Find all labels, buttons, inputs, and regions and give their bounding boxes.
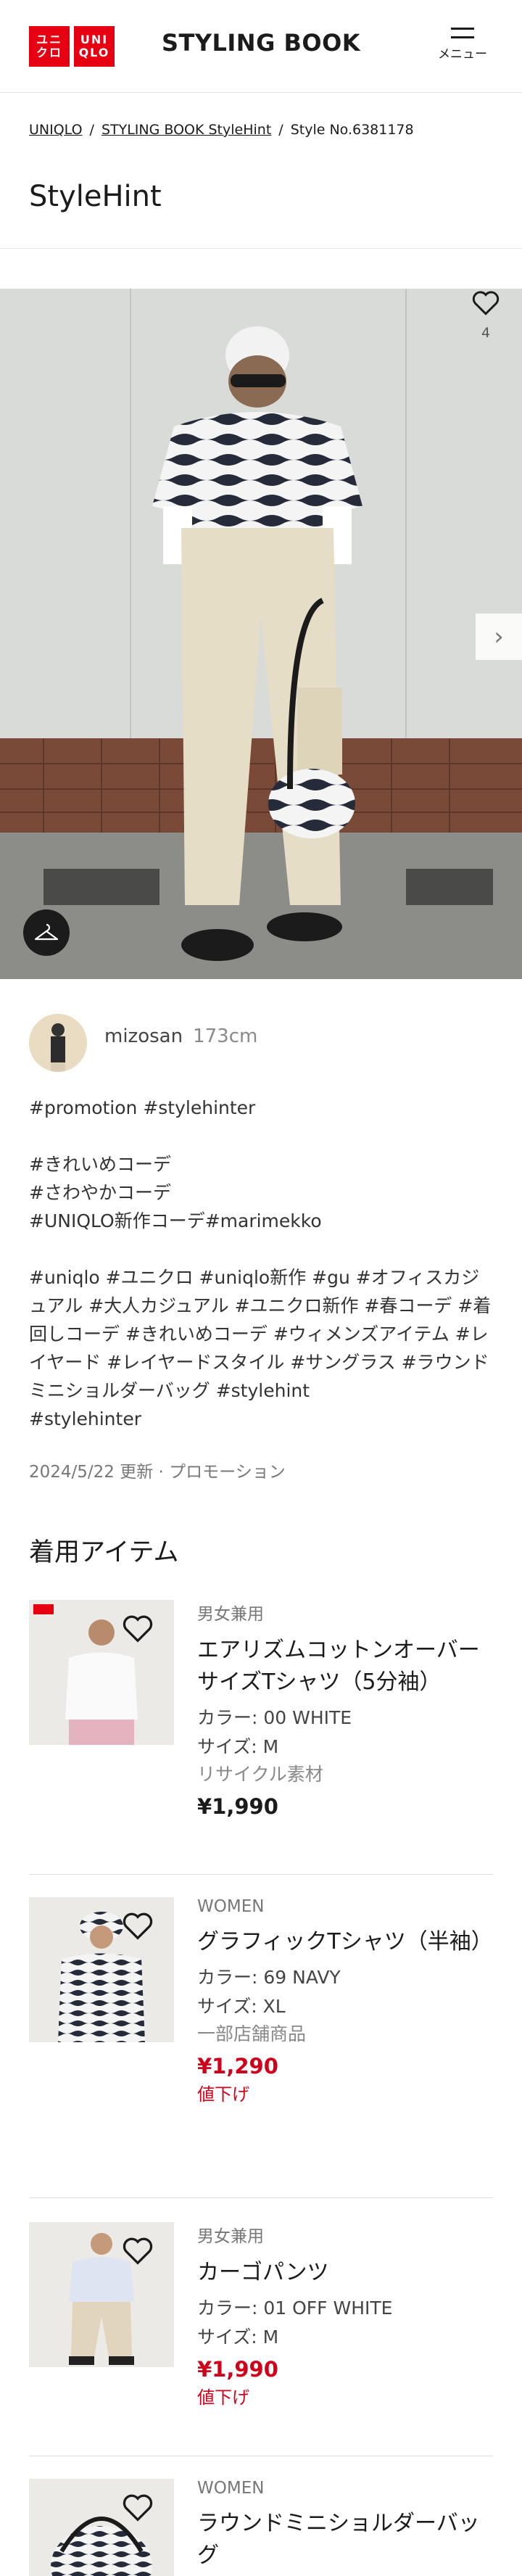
heart-icon: [123, 1912, 153, 1940]
product-info: 男女兼用 カーゴパンツ カラー: 01 OFF WHITE サイズ: M ¥1,…: [197, 2222, 493, 2408]
product-color: カラー: 00 WHITE: [197, 1707, 352, 1728]
product-thumbnail[interactable]: [29, 2222, 174, 2367]
product-item[interactable]: WOMEN グラフィックTシャツ（半袖） カラー: 69 NAVY サイズ: X…: [29, 1897, 493, 2195]
product-gender: WOMEN: [197, 2479, 265, 2498]
favorite-product-button[interactable]: [122, 1614, 154, 1646]
style-description: #promotion #stylehinter #きれいめコーデ #さわやかコー…: [29, 1097, 492, 1429]
product-info: 男女兼用 エアリズムコットンオーバーサイズTシャツ（5分袖） カラー: 00 W…: [197, 1600, 493, 1819]
product-price: ¥1,990: [197, 2357, 278, 2382]
product-gender: WOMEN: [197, 1897, 265, 1916]
product-name[interactable]: ラウンドミニショルダーバッグ: [197, 2508, 493, 2572]
breadcrumb-link-stylinbook[interactable]: STYLING BOOK StyleHint: [102, 122, 271, 138]
favorite-button[interactable]: [465, 290, 506, 319]
product-gender: 男女兼用: [197, 2227, 264, 2246]
favorite-count: 4: [481, 325, 491, 341]
product-price: ¥1,990: [197, 1794, 278, 1819]
style-photo-illustration: [0, 289, 522, 979]
breadcrumb: UNIQLO / STYLING BOOK StyleHint / Style …: [29, 122, 414, 138]
next-photo-button[interactable]: ›: [476, 614, 522, 660]
menu-label: メニュー: [438, 47, 487, 62]
hanger-icon: [34, 923, 59, 941]
sale-badge: 値下げ: [197, 2084, 249, 2105]
product-item[interactable]: 男女兼用 エアリズムコットンオーバーサイズTシャツ（5分袖） カラー: 00 W…: [29, 1600, 493, 1883]
menu-icon: [451, 28, 474, 45]
style-photo[interactable]: [0, 289, 522, 979]
author-height: 173cm: [193, 1025, 258, 1047]
update-meta: 2024/5/22 更新 · プロモーション: [29, 1463, 286, 1482]
product-size: サイズ: M: [197, 1736, 279, 1757]
menu-button[interactable]: メニュー: [432, 26, 493, 73]
product-color: カラー: 69 NAVY: [197, 1967, 341, 1988]
heart-icon: [123, 2494, 153, 2522]
favorite-product-button[interactable]: [122, 1912, 154, 1944]
product-name[interactable]: カーゴパンツ: [197, 2257, 493, 2289]
sale-badge: 値下げ: [197, 2387, 249, 2408]
page-title: StyleHint: [29, 180, 162, 213]
logo-latin: UNI QLO: [74, 26, 115, 67]
author-row[interactable]: mizosan 173cm: [29, 1014, 257, 1072]
product-thumbnail[interactable]: [29, 2479, 174, 2576]
avatar: [29, 1014, 87, 1072]
product-info: WOMEN ラウンドミニショルダーバッグ: [197, 2479, 493, 2572]
breadcrumb-link-uniqlo[interactable]: UNIQLO: [29, 122, 83, 138]
avatar-image: [29, 1014, 87, 1072]
product-size: サイズ: XL: [197, 1996, 286, 2017]
product-note: リサイクル素材: [197, 1764, 323, 1785]
logo-text: UNI: [80, 33, 109, 46]
breadcrumb-current: Style No.6381178: [290, 122, 414, 138]
divider: [29, 2197, 493, 2198]
product-size: サイズ: M: [197, 2327, 279, 2348]
product-name[interactable]: グラフィックTシャツ（半袖）: [197, 1926, 493, 1958]
logo-katakana: ユニ クロ: [29, 26, 70, 67]
uniqlo-logo[interactable]: ユニ クロ UNI QLO: [29, 26, 115, 67]
favorite-product-button[interactable]: [122, 2237, 154, 2269]
product-item[interactable]: 男女兼用 カーゴパンツ カラー: 01 OFF WHITE サイズ: M ¥1,…: [29, 2222, 493, 2469]
product-info: WOMEN グラフィックTシャツ（半袖） カラー: 69 NAVY サイズ: X…: [197, 1897, 493, 2105]
logo-text: クロ: [36, 46, 62, 59]
site-header: ユニ クロ UNI QLO STYLING BOOK メニュー: [0, 0, 522, 93]
product-item[interactable]: WOMEN ラウンドミニショルダーバッグ: [29, 2479, 493, 2576]
author-name[interactable]: mizosan: [104, 1025, 183, 1047]
items-toggle-button[interactable]: [23, 909, 70, 956]
divider: [0, 248, 522, 249]
favorite-product-button[interactable]: [122, 2493, 154, 2525]
product-thumbnail[interactable]: [29, 1897, 174, 2042]
heart-icon: [123, 2237, 153, 2265]
breadcrumb-separator: /: [278, 122, 283, 138]
product-note: 一部店舗商品: [197, 2023, 307, 2044]
product-thumbnail[interactable]: [29, 1600, 174, 1745]
logo-text: ユニ: [36, 33, 62, 46]
product-gender: 男女兼用: [197, 1605, 264, 1624]
section-title-worn-items: 着用アイテム: [29, 1538, 179, 1567]
heart-icon: [472, 291, 500, 315]
product-name[interactable]: エアリズムコットンオーバーサイズTシャツ（5分袖）: [197, 1635, 493, 1698]
product-color: カラー: 01 OFF WHITE: [197, 2298, 393, 2319]
divider: [29, 1874, 493, 1875]
logo-text: QLO: [78, 46, 110, 59]
product-price: ¥1,290: [197, 2054, 278, 2078]
heart-icon: [123, 1615, 153, 1643]
breadcrumb-separator: /: [89, 122, 94, 138]
